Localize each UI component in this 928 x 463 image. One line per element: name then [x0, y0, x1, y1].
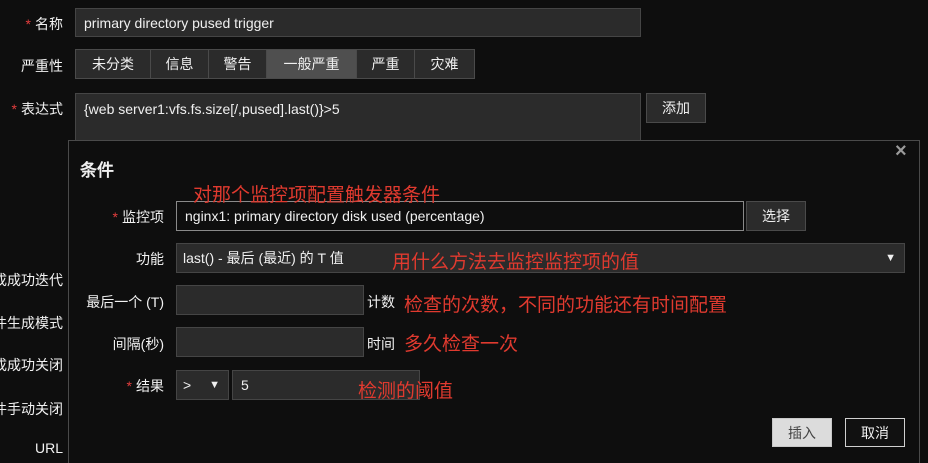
operator-value: > — [183, 377, 192, 393]
time-suffix: 时间 — [367, 336, 395, 352]
chevron-down-icon: ▼ — [885, 252, 896, 264]
name-label: * 名称 — [25, 16, 63, 32]
side-label-event-mode: 事件生成模式 — [0, 315, 63, 331]
severity-option-high[interactable]: 严重 — [357, 50, 415, 78]
side-label-manual-close: 事件手动关闭 — [0, 401, 63, 417]
count-suffix: 计数 — [367, 294, 395, 310]
side-label-ok-close: 式生成成功关闭 — [0, 357, 63, 373]
severity-selector[interactable]: 未分类 信息 警告 一般严重 严重 灾难 — [75, 49, 475, 79]
severity-option-average[interactable]: 一般严重 — [267, 50, 357, 78]
annotation-item: 对那个监控项配置触发器条件 — [193, 184, 441, 206]
insert-button[interactable]: 插入 — [772, 418, 832, 447]
interval-label: 间隔(秒) — [112, 336, 164, 352]
side-label-url: URL — [34, 440, 63, 456]
function-label: 功能 — [136, 251, 164, 267]
select-item-button[interactable]: 选择 — [746, 201, 806, 231]
name-input[interactable]: primary directory pused trigger — [75, 8, 641, 37]
severity-label: 严重性 — [21, 58, 63, 74]
operator-select[interactable]: > ▼ — [176, 370, 229, 400]
annotation-threshold: 检测的阈值 — [358, 380, 454, 402]
dialog-title: 条件 — [80, 161, 114, 180]
last-count-label: 最后一个 (T) — [86, 294, 164, 310]
expression-textarea[interactable]: {web server1:vfs.fs.size[/,pused].last()… — [75, 93, 641, 141]
add-button[interactable]: 添加 — [646, 93, 706, 123]
chevron-down-icon: ▼ — [209, 379, 220, 391]
last-count-input[interactable] — [176, 285, 364, 315]
item-label: * 监控项 — [112, 209, 164, 225]
severity-option-disaster[interactable]: 灾难 — [415, 50, 474, 78]
close-icon[interactable]: × — [895, 140, 907, 163]
cancel-button[interactable]: 取消 — [845, 418, 905, 447]
expression-label: * 表达式 — [11, 101, 63, 117]
function-select-value: last() - 最后 (最近) 的 T 值 — [183, 250, 344, 266]
severity-option-unclassified[interactable]: 未分类 — [76, 50, 151, 78]
interval-input[interactable] — [176, 327, 364, 357]
result-label: * 结果 — [126, 378, 164, 394]
severity-option-warning[interactable]: 警告 — [209, 50, 267, 78]
side-label-ok-generation: 式生成成功迭代 — [0, 272, 63, 288]
annotation-function: 用什么方法去监控监控项的值 — [392, 251, 640, 273]
annotation-count: 检查的次数，不同的功能还有时间配置 — [404, 294, 728, 316]
annotation-interval: 多久检查一次 — [404, 333, 519, 355]
severity-option-info[interactable]: 信息 — [151, 50, 209, 78]
